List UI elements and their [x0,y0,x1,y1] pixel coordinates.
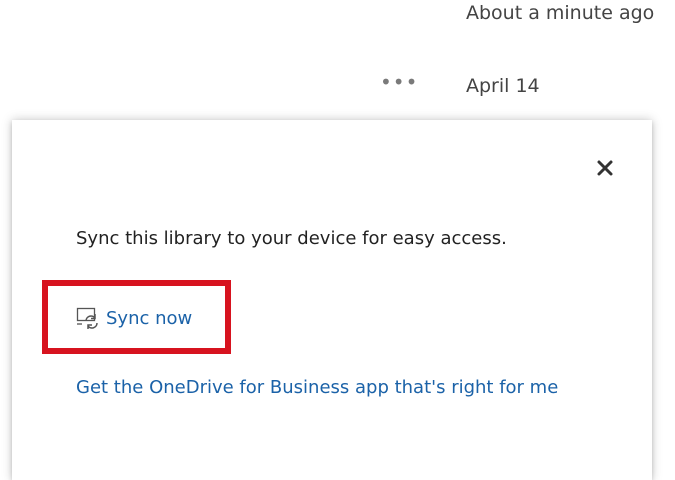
sync-message: Sync this library to your device for eas… [76,228,507,249]
sync-now-link[interactable]: Sync now [76,307,192,329]
close-button[interactable] [592,155,618,181]
sync-now-label: Sync now [106,307,193,329]
modified-timestamp: About a minute ago [466,2,655,24]
onedrive-app-link[interactable]: Get the OneDrive for Business app that's… [76,374,576,402]
sync-device-icon [76,307,98,329]
more-options-button[interactable]: ••• [380,72,418,92]
sync-callout: Sync this library to your device for eas… [12,120,652,480]
modified-date: April 14 [466,75,540,97]
close-icon [597,160,613,176]
